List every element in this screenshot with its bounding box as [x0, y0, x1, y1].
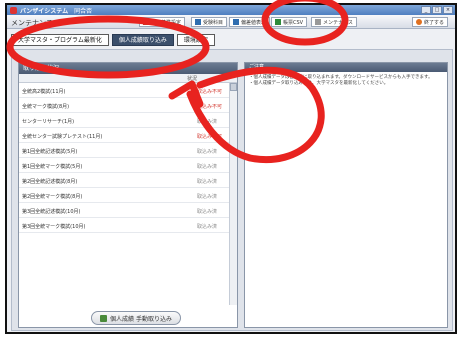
table-row[interactable]: 全統マーク模試(8月) 取込み不可 [19, 98, 231, 113]
exam-name: 第2回全統記述模試(8月) [22, 179, 78, 185]
import-status-header: 取り込み状況 [19, 63, 237, 74]
csv-icon [275, 19, 281, 25]
tab-bar: 大学マスタ・プログラム最新化 個人成績取り込み 環境設定 [11, 34, 215, 46]
table-row[interactable]: 第2回全統記述模試(8月) 取込み済 [19, 173, 231, 188]
import-status: 取込み済 [197, 119, 218, 125]
import-status: 取込み済 [197, 194, 218, 200]
import-status: 取込み済 [197, 149, 218, 155]
maximize-button[interactable]: □ [432, 6, 442, 14]
table-row[interactable]: 全統高2模試(11月) 取込み不可 [19, 83, 231, 98]
import-icon [100, 314, 108, 322]
exam-name: 第1回全統記述模試(5月) [22, 149, 78, 155]
column-header: 状況 [19, 74, 237, 83]
scrollbar[interactable] [229, 83, 237, 305]
criteria-settings-label: 判定基準設定 [151, 19, 182, 26]
import-status: 取込み不可 [197, 134, 223, 140]
window-title: バンザイシステム [20, 7, 69, 15]
subjects-label: 受験科目 [203, 19, 224, 26]
table-row[interactable]: 第1回全統記述模試(5月) 取込み済 [19, 143, 231, 158]
exam-name: 第1回全統マーク模試(5月) [22, 164, 83, 170]
import-status: 取込み済 [197, 164, 218, 170]
book-icon [195, 19, 201, 25]
table-row[interactable]: 第2回全統マーク模試(8月) 取込み済 [19, 188, 231, 203]
notice-header: ご注意 [245, 63, 447, 72]
exam-name: 全統高2模試(11月) [22, 89, 66, 95]
window-controls: _ □ × [421, 6, 453, 14]
table-row[interactable]: 第3回全統記述模試(10月) 取込み済 [19, 203, 231, 218]
window-subtitle: 同合否 [74, 7, 93, 15]
tab-personal-score-import[interactable]: 個人成績取り込み [111, 34, 174, 46]
app-icon [10, 6, 17, 14]
title-bar: バンザイシステム 同合否 _ □ × [7, 5, 455, 15]
close-button[interactable]: × [443, 6, 453, 14]
power-icon [416, 19, 422, 25]
notice-line: ・個人成績データ取り込み後は、大学マスタを最新化してください。 [249, 81, 389, 86]
tab-environment-settings[interactable]: 環境設定 [176, 34, 215, 46]
main-content: 取り込み状況 状況 全統高2模試(11月) 取込み不可 全統マーク模試(8月) 取込み… [11, 49, 453, 331]
import-status: 取込み済 [197, 224, 218, 230]
app-window: バンザイシステム 同合否 _ □ × メンテナンス 判定基準設定 受験科目 偏差… [5, 3, 457, 334]
table-row[interactable]: 全統センター試験プレテスト(11月) 取込み不可 [19, 128, 231, 143]
notice-text: ・個人成績データは自動的に取り込まれます。ダウンロードサービスからも入手できます… [245, 72, 447, 90]
report-csv-button[interactable]: 帳票CSV [271, 17, 308, 27]
exam-list: 全統高2模試(11月) 取込み不可 全統マーク模試(8月) 取込み不可 センターリサーチ… [19, 83, 231, 233]
subjects-button[interactable]: 受験科目 [191, 17, 228, 27]
deviation-display-label: 偏差値表示 [241, 19, 267, 26]
exam-name: 第2回全統マーク模試(8月) [22, 194, 83, 200]
manual-import-button[interactable]: 個人成績 手動取り込み [91, 311, 181, 325]
criteria-settings-button[interactable]: 判定基準設定 [139, 17, 186, 27]
settings-icon [143, 19, 149, 25]
maintenance-button[interactable]: メンテナンス [311, 17, 357, 27]
wrench-icon [315, 19, 321, 25]
tab-university-master[interactable]: 大学マスタ・プログラム最新化 [11, 34, 109, 46]
deviation-display-button[interactable]: 偏差値表示 [229, 17, 271, 27]
toolbar: メンテナンス 判定基準設定 受験科目 偏差値表示 帳票CSV メンテナンス 終了… [7, 15, 455, 29]
import-status-panel: 取り込み状況 状況 全統高2模試(11月) 取込み不可 全統マーク模試(8月) 取込み… [18, 62, 238, 328]
import-status: 取込み不可 [197, 104, 223, 110]
manual-import-label: 個人成績 手動取り込み [110, 315, 172, 323]
exam-name: 第3回全統記述模試(10月) [22, 209, 81, 215]
exit-button[interactable]: 終了する [412, 17, 449, 27]
exam-name: 第3回全統マーク模試(10月) [22, 224, 86, 230]
minimize-button[interactable]: _ [421, 6, 431, 14]
table-row[interactable]: センターリサーチ(1月) 取込み済 [19, 113, 231, 128]
status-column-label: 状況 [187, 76, 198, 82]
exam-name: 全統センター試験プレテスト(11月) [22, 134, 103, 140]
menu-title: メンテナンス [11, 19, 53, 27]
chart-icon [233, 19, 239, 25]
import-status: 取込み済 [197, 209, 218, 215]
exam-name: センターリサーチ(1月) [22, 119, 75, 125]
import-status: 取込み不可 [197, 89, 223, 95]
exit-label: 終了する [424, 19, 445, 26]
exam-name: 全統マーク模試(8月) [22, 104, 70, 110]
scrollbar-thumb[interactable] [230, 83, 237, 91]
report-csv-label: 帳票CSV [283, 19, 304, 26]
table-row[interactable]: 第3回全統マーク模試(10月) 取込み済 [19, 218, 231, 233]
import-status: 取込み済 [197, 179, 218, 185]
maintenance-label: メンテナンス [323, 19, 353, 26]
notice-panel: ご注意 ・個人成績データは自動的に取り込まれます。ダウンロードサービスからも入手… [244, 62, 448, 328]
table-row[interactable]: 第1回全統マーク模試(5月) 取込み済 [19, 158, 231, 173]
